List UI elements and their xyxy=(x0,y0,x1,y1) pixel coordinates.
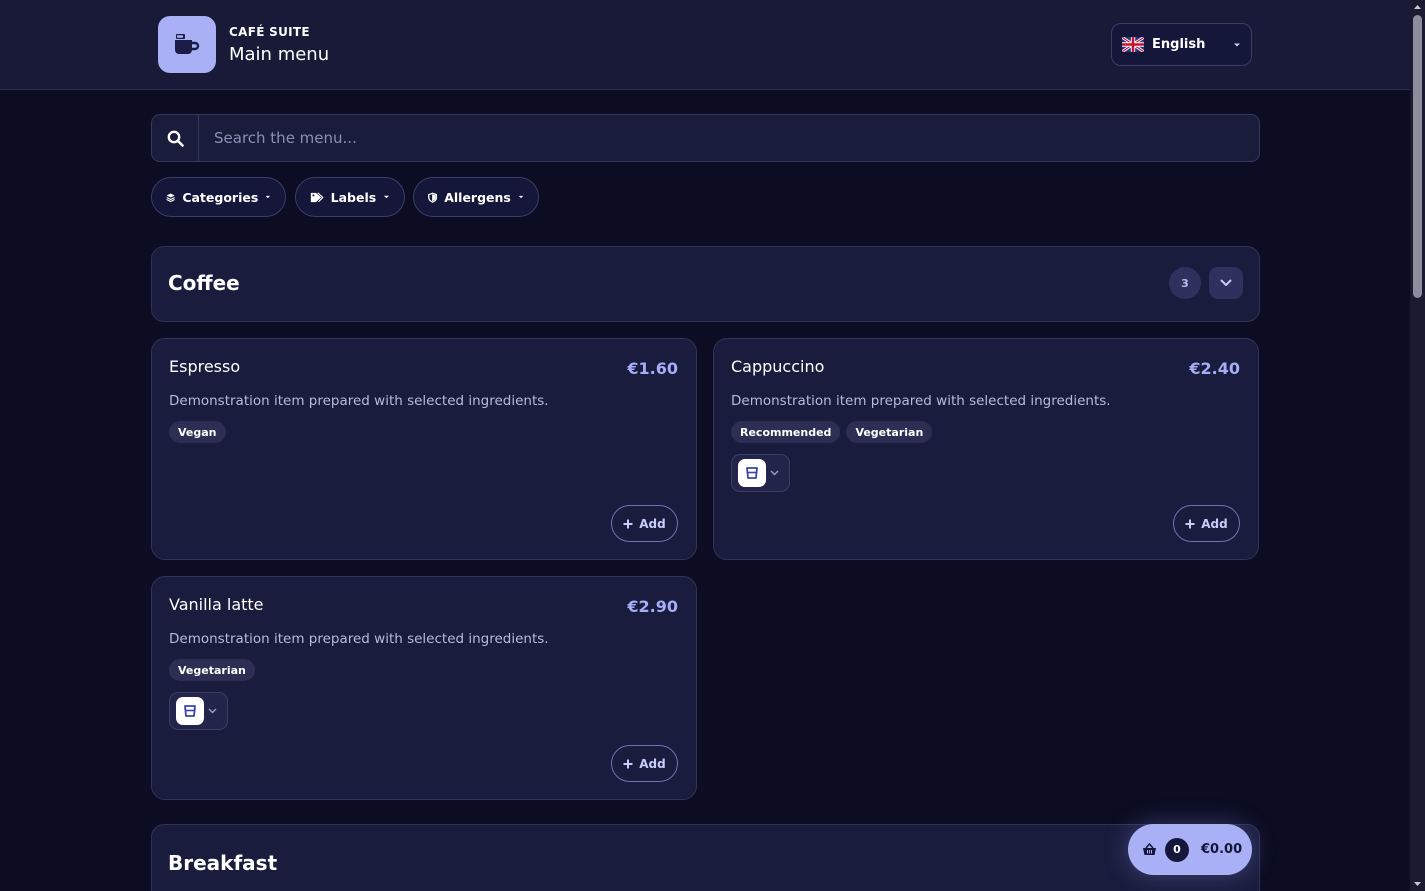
item-name: Espresso xyxy=(169,357,241,376)
uk-flag-icon xyxy=(1122,37,1144,52)
section-title: Coffee xyxy=(168,271,240,295)
item-description: Demonstration item prepared with selecte… xyxy=(169,393,549,409)
scroll-down-arrow-icon[interactable] xyxy=(1413,879,1422,889)
search-input[interactable] xyxy=(199,115,1259,161)
section-header-breakfast[interactable]: Breakfast xyxy=(151,824,1260,891)
item-description: Demonstration item prepared with selecte… xyxy=(169,631,549,647)
item-name: Cappuccino xyxy=(731,357,825,376)
cup-icon xyxy=(176,697,204,725)
section-title: Breakfast xyxy=(168,851,278,875)
caret-down-icon xyxy=(384,195,390,199)
language-label: English xyxy=(1152,37,1206,52)
labels-filter[interactable]: Labels xyxy=(295,177,405,217)
page-title: Main menu xyxy=(229,44,330,65)
item-name: Vanilla latte xyxy=(169,595,264,614)
page-scrollbar[interactable] xyxy=(1410,0,1425,891)
add-to-cart-button[interactable]: Add xyxy=(611,745,678,782)
caret-down-icon xyxy=(265,195,271,199)
plus-icon xyxy=(623,759,633,768)
search-bar xyxy=(151,114,1260,162)
cart-button[interactable]: 0 €0.00 xyxy=(1128,824,1252,875)
tag-badge: Recommended xyxy=(731,421,841,443)
shield-icon xyxy=(428,192,438,203)
caret-down-icon xyxy=(1234,43,1240,47)
add-to-cart-button[interactable]: Add xyxy=(1173,505,1240,542)
item-price: €2.40 xyxy=(1189,359,1240,378)
basket-icon xyxy=(1143,843,1156,855)
labels-filter-label: Labels xyxy=(330,189,377,205)
allergens-filter-label: Allergens xyxy=(444,189,511,205)
item-tags: Vegan xyxy=(169,421,226,443)
add-label: Add xyxy=(639,756,666,771)
top-bar: CAFÉ SUITE Main menu English xyxy=(0,0,1410,90)
add-label: Add xyxy=(639,516,666,531)
item-price: €2.90 xyxy=(627,597,678,616)
chevron-down-icon xyxy=(1220,279,1232,286)
menu-item-card: Cappuccino €2.40 Demonstration item prep… xyxy=(713,338,1259,560)
item-count-badge: 3 xyxy=(1169,267,1201,299)
search-button[interactable] xyxy=(152,115,199,161)
categories-filter[interactable]: Categories xyxy=(151,177,286,217)
chevron-down-icon xyxy=(208,708,217,714)
search-icon xyxy=(167,130,184,147)
menu-item-card: Espresso €1.60 Demonstration item prepar… xyxy=(151,338,697,560)
plus-icon xyxy=(623,519,633,528)
brand-name: CAFÉ SUITE xyxy=(229,25,310,39)
section-header-coffee[interactable]: Coffee 3 xyxy=(151,246,1260,322)
add-label: Add xyxy=(1201,516,1228,531)
chevron-down-icon xyxy=(770,470,779,476)
item-tags: Recommended Vegetarian xyxy=(731,421,933,443)
item-description: Demonstration item prepared with selecte… xyxy=(731,393,1111,409)
collapse-button[interactable] xyxy=(1209,267,1243,299)
cup-icon xyxy=(738,459,766,487)
size-select[interactable] xyxy=(731,454,790,492)
categories-filter-label: Categories xyxy=(182,189,259,205)
app-logo[interactable] xyxy=(158,16,216,73)
plus-icon xyxy=(1185,519,1195,528)
caret-down-icon xyxy=(518,195,524,199)
tag-badge: Vegetarian xyxy=(169,659,255,681)
cart-total: €0.00 xyxy=(1201,842,1243,857)
item-price: €1.60 xyxy=(627,359,678,378)
tag-badge: Vegetarian xyxy=(846,421,933,443)
tags-icon xyxy=(310,191,324,202)
coffee-cup-icon xyxy=(175,33,200,54)
add-to-cart-button[interactable]: Add xyxy=(611,505,678,542)
size-select[interactable] xyxy=(169,692,228,730)
scrollbar-thumb[interactable] xyxy=(1413,15,1422,298)
language-selector[interactable]: English xyxy=(1111,23,1252,66)
allergens-filter[interactable]: Allergens xyxy=(413,177,539,217)
menu-item-card: Vanilla latte €2.90 Demonstration item p… xyxy=(151,576,697,800)
item-tags: Vegetarian xyxy=(169,659,255,681)
scroll-up-arrow-icon[interactable] xyxy=(1413,2,1422,12)
cart-count-badge: 0 xyxy=(1165,837,1189,862)
tag-badge: Vegan xyxy=(169,421,226,443)
layers-icon xyxy=(166,193,175,202)
